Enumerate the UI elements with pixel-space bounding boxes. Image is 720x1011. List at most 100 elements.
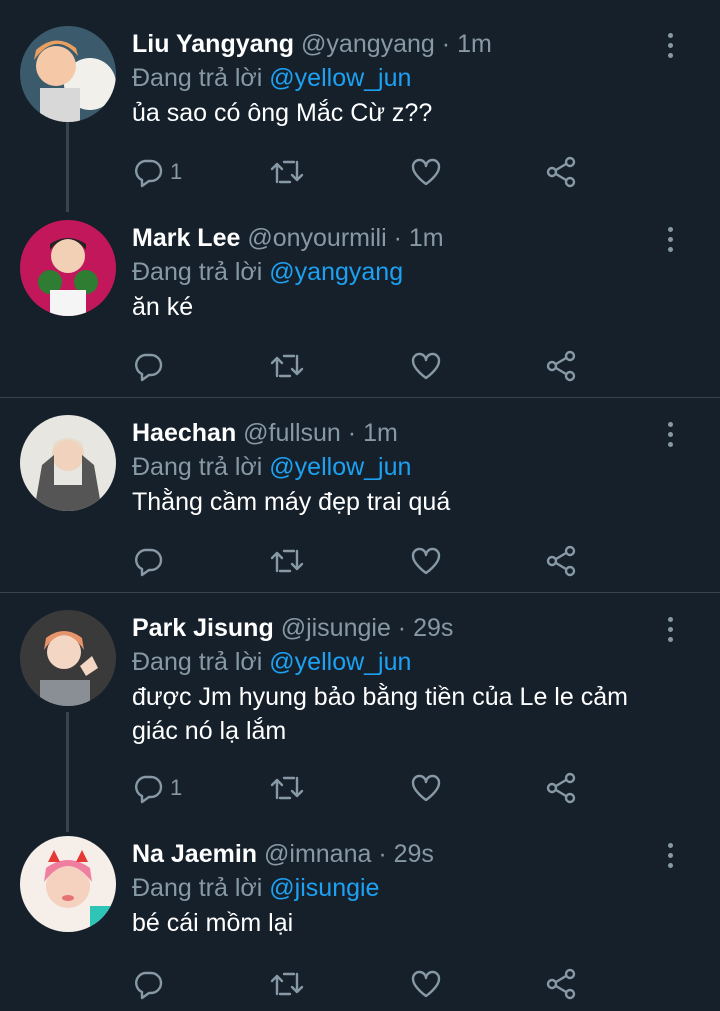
reply-prefix: Đang trả lời <box>132 258 263 286</box>
like-icon <box>411 970 441 998</box>
separator-dot: · <box>347 419 357 447</box>
like-button[interactable] <box>410 768 442 808</box>
reply-button[interactable]: 1 <box>132 768 182 808</box>
display-name[interactable]: Na Jaemin <box>132 840 257 868</box>
timestamp[interactable]: 1m <box>409 224 444 252</box>
display-name[interactable]: Park Jisung <box>132 614 274 642</box>
share-icon <box>546 156 576 188</box>
retweet-button[interactable] <box>270 152 304 192</box>
reply-prefix: Đang trả lời <box>132 874 263 902</box>
tweet[interactable]: Mark Lee @onyourmili · 1m Đang trả lời @… <box>0 220 720 395</box>
tweet-actions: 1 <box>132 768 592 808</box>
timestamp[interactable]: 1m <box>457 30 492 58</box>
retweet-icon <box>270 776 304 800</box>
retweet-button[interactable] <box>270 768 304 808</box>
user-handle[interactable]: @onyourmili <box>247 224 386 252</box>
user-handle[interactable]: @fullsun <box>243 419 341 447</box>
mention-link[interactable]: @yellow_jun <box>269 64 411 92</box>
tweet-actions <box>132 541 592 581</box>
reply-icon <box>135 159 163 188</box>
tweet-text: ăn ké <box>132 293 194 321</box>
divider <box>0 592 720 593</box>
avatar[interactable] <box>20 415 116 511</box>
share-icon <box>546 968 576 1000</box>
retweet-icon <box>270 972 304 996</box>
retweet-button[interactable] <box>270 964 304 1004</box>
retweet-icon <box>270 354 304 378</box>
like-button[interactable] <box>410 346 442 386</box>
avatar[interactable] <box>20 836 116 932</box>
tweet[interactable]: Liu Yangyang @yangyang · 1m Đang trả lời… <box>0 26 720 206</box>
more-icon[interactable] <box>660 838 680 872</box>
share-icon <box>546 545 576 577</box>
reply-icon <box>135 971 163 1000</box>
tweet[interactable]: Haechan @fullsun · 1m Đang trả lời @yell… <box>0 415 720 590</box>
retweet-icon <box>270 160 304 184</box>
reply-prefix: Đang trả lời <box>132 453 263 481</box>
share-button[interactable] <box>546 346 578 386</box>
like-button[interactable] <box>410 541 442 581</box>
like-icon <box>411 774 441 802</box>
tweet[interactable]: Na Jaemin @imnana · 29s Đang trả lời @ji… <box>0 836 720 1011</box>
tweet-text: bé cái mồm lại <box>132 909 294 937</box>
tweet-actions <box>132 964 592 1004</box>
like-icon <box>411 158 441 186</box>
mention-link[interactable]: @yangyang <box>269 258 403 286</box>
separator-dot: · <box>378 840 387 868</box>
reply-button[interactable] <box>132 964 170 1004</box>
display-name[interactable]: Mark Lee <box>132 224 240 252</box>
user-handle[interactable]: @jisungie <box>281 614 391 642</box>
user-handle[interactable]: @yangyang <box>301 30 435 58</box>
display-name[interactable]: Liu Yangyang <box>132 30 294 58</box>
divider <box>0 397 720 398</box>
avatar[interactable] <box>20 26 116 122</box>
timestamp[interactable]: 29s <box>413 614 453 642</box>
separator-dot: · <box>441 30 451 58</box>
user-handle[interactable]: @imnana <box>264 840 371 868</box>
avatar[interactable] <box>20 610 116 706</box>
replying-to: Đang trả lời @yellow_jun <box>132 62 411 94</box>
replying-to: Đang trả lời @jisungie <box>132 872 379 904</box>
share-icon <box>546 350 576 382</box>
reply-prefix: Đang trả lời <box>132 64 263 92</box>
reply-button[interactable]: 1 <box>132 152 182 192</box>
replying-to: Đang trả lời @yangyang <box>132 256 403 288</box>
tweet-text: ủa sao có ông Mắc Cừ z?? <box>132 99 433 127</box>
retweet-icon <box>270 549 304 573</box>
like-button[interactable] <box>410 964 442 1004</box>
tweet-header: Na Jaemin @imnana · 29s <box>132 838 660 870</box>
more-icon[interactable] <box>660 612 680 646</box>
share-button[interactable] <box>546 768 578 808</box>
separator-dot: · <box>393 224 402 252</box>
tweet-header: Mark Lee @onyourmili · 1m <box>132 222 660 254</box>
more-icon[interactable] <box>660 417 680 451</box>
reply-count: 1 <box>170 159 183 184</box>
reply-icon <box>135 548 163 577</box>
mention-link[interactable]: @yellow_jun <box>269 648 411 676</box>
like-icon <box>411 352 441 380</box>
retweet-button[interactable] <box>270 541 304 581</box>
mention-link[interactable]: @jisungie <box>269 874 379 902</box>
retweet-button[interactable] <box>270 346 304 386</box>
tweet-header: Haechan @fullsun · 1m <box>132 417 660 449</box>
more-icon[interactable] <box>660 222 680 256</box>
tweet-header: Liu Yangyang @yangyang · 1m <box>132 28 660 60</box>
avatar[interactable] <box>20 220 116 316</box>
tweet-text: được Jm hyung bảo bằng tiền của Le le cả… <box>132 683 628 745</box>
share-button[interactable] <box>546 152 578 192</box>
tweet[interactable]: Park Jisung @jisungie · 29s Đang trả lời… <box>0 610 720 830</box>
reply-icon <box>135 353 163 382</box>
reply-count: 1 <box>170 775 183 800</box>
reply-prefix: Đang trả lời <box>132 648 263 676</box>
share-button[interactable] <box>546 964 578 1004</box>
reply-button[interactable] <box>132 541 170 581</box>
timestamp[interactable]: 1m <box>363 419 398 447</box>
like-button[interactable] <box>410 152 442 192</box>
mention-link[interactable]: @yellow_jun <box>269 453 411 481</box>
more-icon[interactable] <box>660 28 680 62</box>
timestamp[interactable]: 29s <box>394 840 434 868</box>
share-button[interactable] <box>546 541 578 581</box>
reply-button[interactable] <box>132 346 170 386</box>
display-name[interactable]: Haechan <box>132 419 236 447</box>
tweet-actions: 1 <box>132 152 592 192</box>
